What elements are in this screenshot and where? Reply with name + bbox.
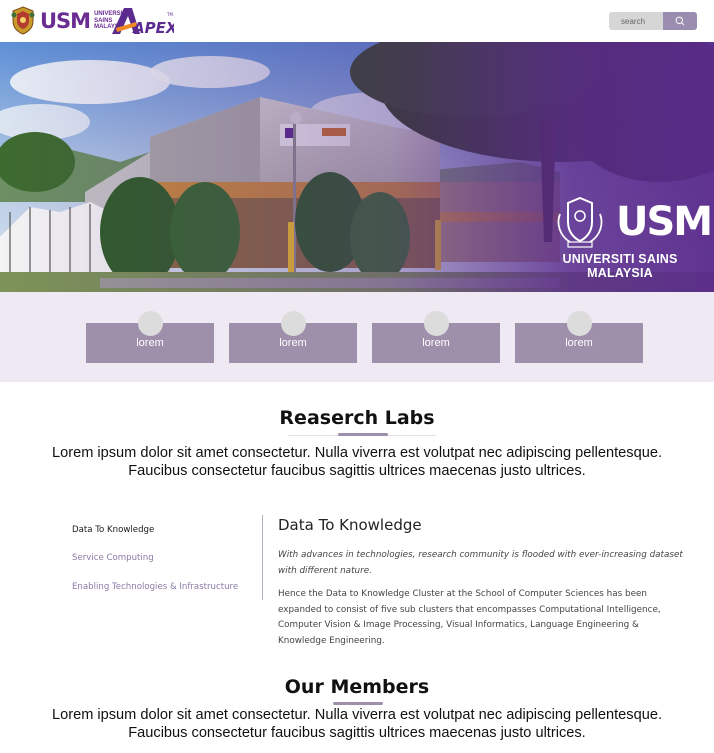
research-labs-intro: Lorem ipsum dolor sit amet consectetur. …: [51, 445, 662, 479]
lab-detail-body: Hence the Data to Knowledge Cluster at t…: [278, 589, 661, 646]
university-crest-icon[interactable]: [9, 5, 37, 35]
research-labs-title: Reaserch Labs: [279, 407, 435, 429]
members-title: Our Members: [284, 676, 430, 698]
apex-logo-text: APEX: [132, 19, 174, 36]
tab-enabling-technologies[interactable]: Enabling Technologies & Infrastructure: [72, 582, 238, 592]
search-button[interactable]: [663, 12, 697, 30]
quick-link-label-3: lorem: [422, 337, 450, 349]
apex-logo[interactable]: APEX TM: [110, 4, 174, 36]
usm-emblem-icon: [557, 196, 603, 248]
quick-link-icon-2: [281, 311, 306, 336]
tab-data-to-knowledge[interactable]: Data To Knowledge: [72, 525, 154, 535]
lab-tabs-divider: [262, 515, 263, 600]
intro-fade: [250, 484, 630, 490]
site-header: USM UNIVERSITI SAINS MALAYSIA APEX TM: [0, 0, 714, 42]
quick-link-icon-1: [138, 311, 163, 336]
hero-usm-mark: USM: [616, 199, 713, 245]
lab-detail-heading: Data To Knowledge: [278, 516, 422, 534]
apex-tm: TM: [166, 12, 173, 17]
hero-university-name: UNIVERSITI SAINS MALAYSIA: [562, 252, 678, 280]
search-input[interactable]: [609, 12, 663, 30]
quick-link-label-2: lorem: [279, 337, 307, 349]
quick-link-label-4: lorem: [565, 337, 593, 349]
quick-links-band: lorem lorem lorem lorem: [0, 292, 714, 382]
lab-detail-intro: With advances in technologies, research …: [278, 550, 683, 576]
usm-logo-mark: USM: [40, 9, 91, 33]
quick-link-label-1: lorem: [136, 337, 164, 349]
members-intro: Lorem ipsum dolor sit amet consectetur. …: [51, 707, 662, 741]
search-bar: [609, 12, 697, 30]
tab-service-computing[interactable]: Service Computing: [72, 553, 154, 563]
search-icon: [675, 16, 685, 26]
hero-usm-logo: USM UNIVERSITI SAINS MALAYSIA: [552, 194, 713, 280]
research-labs-accent-bar: [338, 433, 388, 436]
quick-link-icon-4: [567, 311, 592, 336]
hero-banner: USM UNIVERSITI SAINS MALAYSIA: [0, 42, 714, 292]
quick-link-icon-3: [424, 311, 449, 336]
members-accent-bar: [333, 702, 383, 705]
